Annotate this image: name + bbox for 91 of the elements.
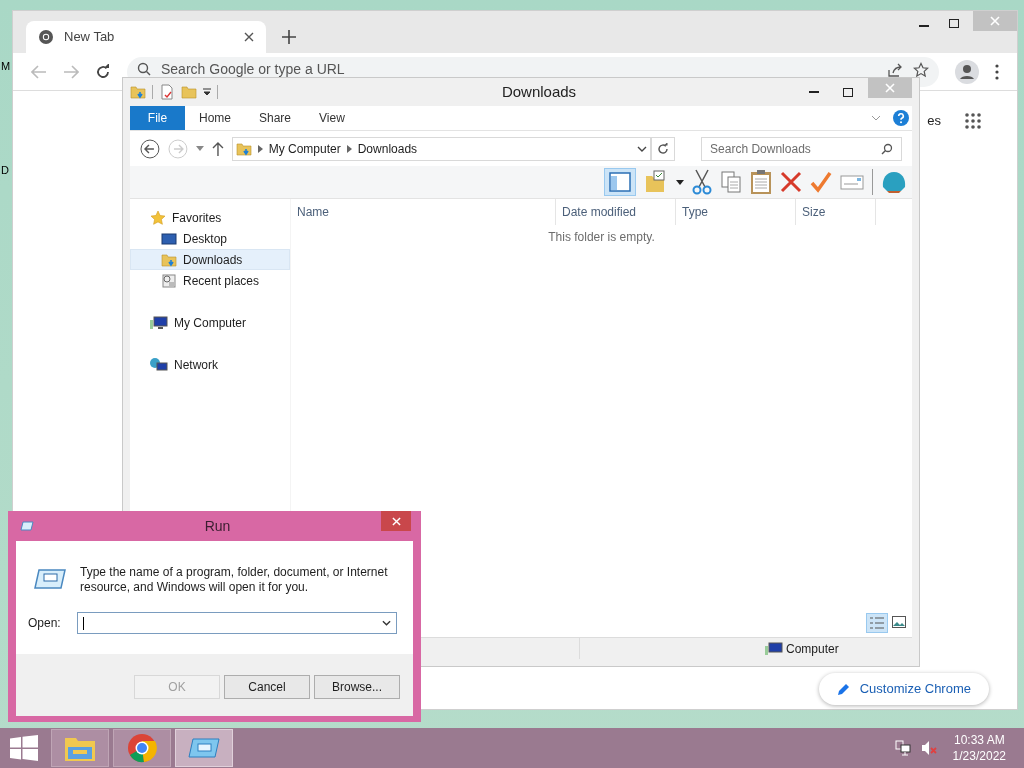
share-icon[interactable] <box>887 61 903 78</box>
column-header[interactable]: Name <box>291 199 556 225</box>
refresh-button[interactable] <box>651 136 676 161</box>
nav-item[interactable]: Network <box>130 354 290 375</box>
ribbon-tab[interactable]: Share <box>245 106 306 130</box>
breadcrumb[interactable]: My Computer <box>268 139 341 158</box>
pencil-icon <box>836 682 850 696</box>
new-tab-icon[interactable] <box>282 30 296 44</box>
thumbnail-view-icon[interactable] <box>892 616 906 628</box>
maximize-icon[interactable] <box>843 87 853 97</box>
chrome-logo-icon <box>127 733 157 763</box>
desktop-icon-label: D <box>1 163 9 178</box>
star-icon <box>150 209 166 226</box>
close-icon <box>885 83 895 93</box>
network-status-icon[interactable] <box>894 740 911 756</box>
search-icon <box>137 61 151 76</box>
monitor-icon <box>161 230 177 247</box>
close-button[interactable] <box>381 511 411 531</box>
chevron-down-icon <box>637 145 648 152</box>
dropdown-caret-icon[interactable] <box>676 179 684 185</box>
dialog-button[interactable]: Cancel <box>224 675 310 699</box>
dropdown-caret-icon[interactable] <box>203 88 211 96</box>
help-icon[interactable] <box>893 110 909 126</box>
nav-item[interactable]: My Computer <box>130 312 290 333</box>
desktop-icon-label: M <box>1 59 11 74</box>
scissors-icon[interactable] <box>692 169 712 195</box>
column-header[interactable]: Date modified <box>556 199 676 225</box>
muted-speaker-icon[interactable] <box>920 740 937 756</box>
up-arrow-icon[interactable] <box>211 141 224 156</box>
chrome-logo-icon <box>38 29 54 45</box>
new-folder-icon <box>181 84 197 100</box>
run-icon <box>20 521 34 531</box>
download-folder-icon <box>161 251 177 268</box>
profile-avatar-icon[interactable] <box>955 59 979 84</box>
nav-item[interactable]: Desktop <box>130 228 290 249</box>
computer-icon <box>150 314 168 331</box>
refresh-icon <box>657 142 670 155</box>
chevron-down-icon[interactable] <box>871 115 881 121</box>
computer-icon <box>765 640 783 657</box>
nav-item[interactable]: Downloads <box>130 249 290 270</box>
properties-icon[interactable] <box>159 84 175 100</box>
close-icon[interactable] <box>244 32 254 42</box>
menu-icon[interactable] <box>995 63 999 80</box>
chevron-down-icon <box>381 620 391 626</box>
download-folder-icon <box>130 84 146 100</box>
empty-folder-message: This folder is empty. <box>548 229 655 246</box>
address-bar[interactable]: My Computer Downloads <box>231 136 652 161</box>
preview-pane-button[interactable] <box>604 168 636 196</box>
apps-grid-icon[interactable] <box>965 112 981 129</box>
details-list-icon <box>870 617 884 629</box>
run-icon <box>34 568 66 590</box>
open-input-field[interactable] <box>76 612 397 634</box>
file-tab[interactable]: File <box>130 106 185 130</box>
windows-logo-icon[interactable] <box>10 735 38 761</box>
browser-tab[interactable]: New Tab <box>26 21 266 53</box>
dialog-title: Run <box>203 516 232 536</box>
column-header[interactable]: Size <box>796 199 876 225</box>
search-field[interactable]: Search Downloads <box>701 136 902 161</box>
checkmark-icon[interactable] <box>810 171 832 193</box>
recent-places-icon <box>161 272 177 289</box>
clock[interactable]: 10:33 AM 1/23/2022 <box>952 732 1006 764</box>
delete-x-icon[interactable] <box>780 171 802 193</box>
column-header[interactable]: Type <box>676 199 796 225</box>
download-folder-icon <box>235 140 252 157</box>
customize-chrome-button[interactable]: Customize Chrome <box>818 673 989 705</box>
layout-pane-icon <box>609 172 631 192</box>
search-icon <box>881 142 893 155</box>
close-icon <box>990 16 1000 26</box>
breadcrumb-arrow-icon <box>257 144 263 153</box>
open-label: Open: <box>28 615 61 632</box>
star-icon[interactable] <box>913 61 929 78</box>
clipboard-icon[interactable] <box>750 169 772 195</box>
folder-check-icon[interactable] <box>644 170 668 194</box>
nav-item[interactable]: Favorites <box>130 207 290 228</box>
dialog-button[interactable]: Browse... <box>314 675 400 699</box>
dialog-message: Type the name of a program, folder, document, or Internet resource, and Windows will open it for you. <box>80 565 389 595</box>
ribbon-tab[interactable]: View <box>305 106 359 130</box>
breadcrumb[interactable]: Downloads <box>357 139 418 158</box>
nav-item[interactable]: Recent places <box>130 270 290 291</box>
close-icon <box>391 516 401 526</box>
network-icon <box>150 356 168 373</box>
images-link[interactable]: es <box>927 111 941 131</box>
breadcrumb-arrow-icon <box>346 144 352 153</box>
ribbon-tab[interactable]: Home <box>185 106 245 130</box>
maximize-icon[interactable] <box>949 19 959 28</box>
status-location: Computer <box>786 640 839 658</box>
run-icon <box>187 736 221 760</box>
taskbar-button[interactable] <box>175 729 233 767</box>
taskbar-button[interactable] <box>113 729 171 767</box>
copy-icon[interactable] <box>720 170 742 194</box>
reload-icon[interactable] <box>95 63 111 80</box>
